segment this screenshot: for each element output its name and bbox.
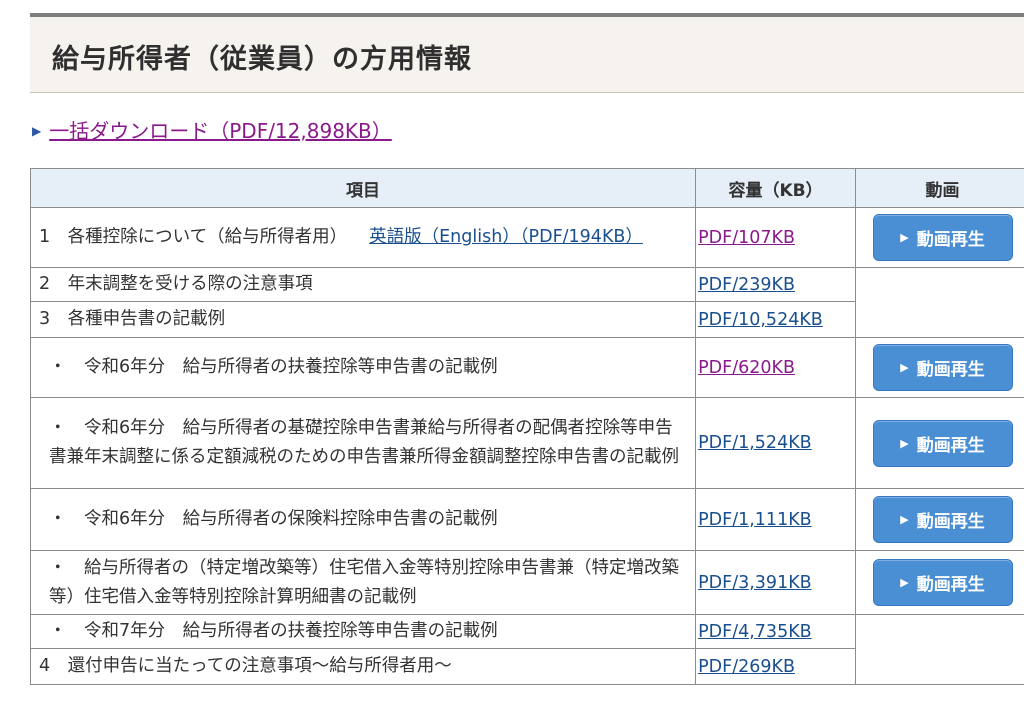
- page-heading-box: 給与所得者（従業員）の方用情報: [30, 13, 1024, 93]
- play-video-button[interactable]: ▶ 動画再生: [872, 419, 1013, 467]
- row-item: ・ 給与所得者の（特定増改築等）住宅借入金等特別控除申告書兼（特定増改築等）住宅…: [29, 550, 697, 615]
- play-triangle-icon: ▶: [900, 436, 909, 450]
- bulk-download: ▶ 一括ダウンロード（PDF/12,898KB）: [32, 115, 392, 144]
- row-item: 2 年末調整を受ける際の注意事項: [29, 267, 697, 302]
- pdf-link[interactable]: PDF/3,391KB: [698, 573, 812, 593]
- play-triangle-icon: ▶: [900, 231, 909, 244]
- play-video-button[interactable]: ▶ 動画再生: [872, 214, 1013, 261]
- table-row: ・ 令和7年分 給与所得者の扶養控除等申告書の記載例 PDF/4,735KB: [29, 614, 1024, 685]
- table-row: ・ 給与所得者の（特定増改築等）住宅借入金等特別控除申告書兼（特定増改築等）住宅…: [29, 550, 1024, 615]
- row-item: 3 各種申告書の記載例: [29, 301, 697, 338]
- bulk-download-link[interactable]: 一括ダウンロード（PDF/12,898KB）: [49, 119, 392, 143]
- page-title: 給与所得者（従業員）の方用情報: [52, 44, 472, 75]
- pdf-link[interactable]: PDF/107KB: [698, 228, 795, 248]
- table-row: ・ 令和6年分 給与所得者の保険料控除申告書の記載例 PDF/1,111KB ▶…: [29, 488, 1024, 551]
- pdf-link[interactable]: PDF/269KB: [698, 657, 795, 677]
- pdf-link[interactable]: PDF/620KB: [698, 358, 795, 378]
- play-triangle-icon: ▶: [900, 361, 909, 374]
- row-item: ・ 令和6年分 給与所得者の基礎控除申告書兼給与所得者の配偶者控除等申告書兼年末…: [29, 397, 697, 489]
- table-row: 1 各種控除について（給与所得者用） 英語版（English）（PDF/194KB…: [29, 207, 1024, 268]
- pdf-link[interactable]: PDF/1,524KB: [698, 433, 812, 453]
- empty-video-cell: [855, 614, 1024, 685]
- play-video-button[interactable]: ▶ 動画再生: [872, 559, 1013, 606]
- header-size: 容量（KB）: [695, 168, 857, 208]
- pdf-link[interactable]: PDF/239KB: [698, 275, 795, 295]
- pdf-link[interactable]: PDF/10,524KB: [698, 310, 823, 330]
- play-video-button[interactable]: ▶ 動画再生: [872, 496, 1013, 543]
- row-item: ・ 令和7年分 給与所得者の扶養控除等申告書の記載例: [29, 614, 697, 649]
- table-row: ・ 令和6年分 給与所得者の基礎控除申告書兼給与所得者の配偶者控除等申告書兼年末…: [29, 397, 1024, 489]
- play-triangle-icon: ▶: [900, 513, 909, 526]
- table-row: 2 年末調整を受ける際の注意事項 PDF/239KB: [29, 267, 1024, 338]
- table-header-row: 項目 容量（KB） 動画: [29, 168, 1024, 208]
- header-item: 項目: [29, 168, 697, 208]
- table-row: ・ 令和6年分 給与所得者の扶養控除等申告書の記載例 PDF/620KB ▶ 動画…: [29, 337, 1024, 398]
- row-item: 1 各種控除について（給与所得者用） 英語版（English）（PDF/194KB…: [29, 207, 697, 268]
- empty-video-cell: [855, 267, 1024, 338]
- pdf-link[interactable]: PDF/4,735KB: [698, 622, 812, 642]
- english-version-link[interactable]: 英語版（English）（PDF/194KB）: [369, 227, 643, 247]
- row-item: ・ 令和6年分 給与所得者の保険料控除申告書の記載例: [29, 488, 697, 551]
- documents-table: 項目 容量（KB） 動画 1 各種控除について（給与所得者用） 英語版（Engli…: [29, 168, 1024, 685]
- header-video: 動画: [855, 168, 1024, 208]
- play-triangle-icon: ▶: [900, 576, 909, 589]
- row-item: 4 還付申告に当たっての注意事項～給与所得者用～: [29, 648, 697, 685]
- pdf-link[interactable]: PDF/1,111KB: [698, 510, 812, 530]
- row-item: ・ 令和6年分 給与所得者の扶養控除等申告書の記載例: [29, 337, 697, 398]
- play-triangle-icon: ▶: [32, 124, 42, 138]
- play-video-button[interactable]: ▶ 動画再生: [872, 344, 1013, 391]
